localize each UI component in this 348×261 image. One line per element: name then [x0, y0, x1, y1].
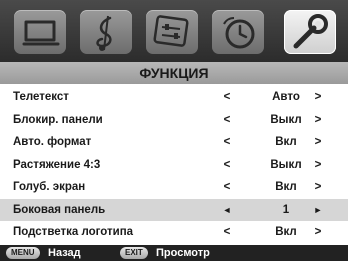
menu-category-bar: [0, 0, 348, 62]
exit-key-hint: Просмотр: [156, 247, 210, 259]
arrow-left-icon[interactable]: <: [222, 221, 232, 244]
tv-screen-icon: [22, 20, 60, 46]
settings-list: Телетекст < Авто > Блокир. панели < Выкл…: [0, 86, 348, 244]
setting-value: 1: [282, 203, 290, 216]
setting-label: Подстветка логотипа: [13, 226, 134, 238]
arrow-left-icon[interactable]: <: [222, 131, 232, 154]
setting-blue-screen[interactable]: Голуб. экран < Вкл >: [0, 176, 348, 199]
tv-osd-menu: ФУНКЦИЯ Телетекст < Авто > Блокир. панел…: [0, 0, 348, 261]
arrow-right-icon[interactable]: >: [313, 109, 323, 132]
menu-key-hint: Назад: [48, 247, 81, 259]
setting-value: Выкл: [270, 158, 302, 171]
setting-label: Блокир. панели: [13, 113, 103, 126]
setting-value: Вкл: [275, 226, 297, 238]
setting-value: Выкл: [270, 113, 302, 126]
settings-sliders-icon: [153, 15, 189, 47]
menu-key-button[interactable]: MENU: [6, 247, 40, 259]
arrow-right-icon[interactable]: >: [313, 86, 323, 109]
setting-teletext[interactable]: Телетекст < Авто >: [0, 86, 348, 109]
arrow-left-icon[interactable]: <: [222, 154, 232, 177]
tab-timer[interactable]: [212, 10, 264, 54]
setting-label: Авто. формат: [13, 136, 92, 148]
arrow-left-icon[interactable]: <: [222, 86, 232, 109]
setting-auto-format[interactable]: Авто. формат < Вкл >: [0, 131, 348, 154]
music-note-icon: [96, 15, 112, 51]
setting-label: Боковая панель: [13, 203, 106, 216]
setting-value: Вкл: [275, 136, 297, 148]
arrow-left-icon[interactable]: ◄: [222, 199, 232, 222]
arrow-right-icon[interactable]: ►: [313, 199, 323, 222]
tab-picture[interactable]: [14, 10, 66, 54]
setting-logo-backlight[interactable]: Подстветка логотипа < Вкл >: [0, 221, 348, 244]
arrow-right-icon[interactable]: >: [313, 176, 323, 199]
arrow-right-icon[interactable]: >: [313, 154, 323, 177]
setting-label: Растяжение 4:3: [13, 158, 101, 171]
arrow-right-icon[interactable]: >: [313, 221, 323, 244]
page-title: ФУНКЦИЯ: [0, 62, 348, 84]
setting-value: Вкл: [275, 181, 297, 193]
clock-icon: [223, 17, 255, 49]
setting-value: Авто: [272, 91, 300, 103]
setting-panel-lock[interactable]: Блокир. панели < Выкл >: [0, 109, 348, 132]
wrench-icon: [293, 14, 328, 49]
tab-sound[interactable]: [80, 10, 132, 54]
setting-stretch-4-3[interactable]: Растяжение 4:3 < Выкл >: [0, 154, 348, 177]
setting-side-panel[interactable]: Боковая панель ◄ 1 ►: [0, 198, 348, 222]
exit-key-button[interactable]: EXIT: [120, 247, 148, 259]
arrow-left-icon[interactable]: <: [222, 109, 232, 132]
tab-function[interactable]: [284, 10, 336, 54]
arrow-right-icon[interactable]: >: [313, 131, 323, 154]
setting-label: Голуб. экран: [13, 181, 86, 193]
arrow-left-icon[interactable]: <: [222, 176, 232, 199]
footer-hint-bar: MENU Назад EXIT Просмотр: [0, 245, 348, 261]
tab-setup[interactable]: [146, 10, 198, 54]
setting-label: Телетекст: [13, 91, 69, 103]
